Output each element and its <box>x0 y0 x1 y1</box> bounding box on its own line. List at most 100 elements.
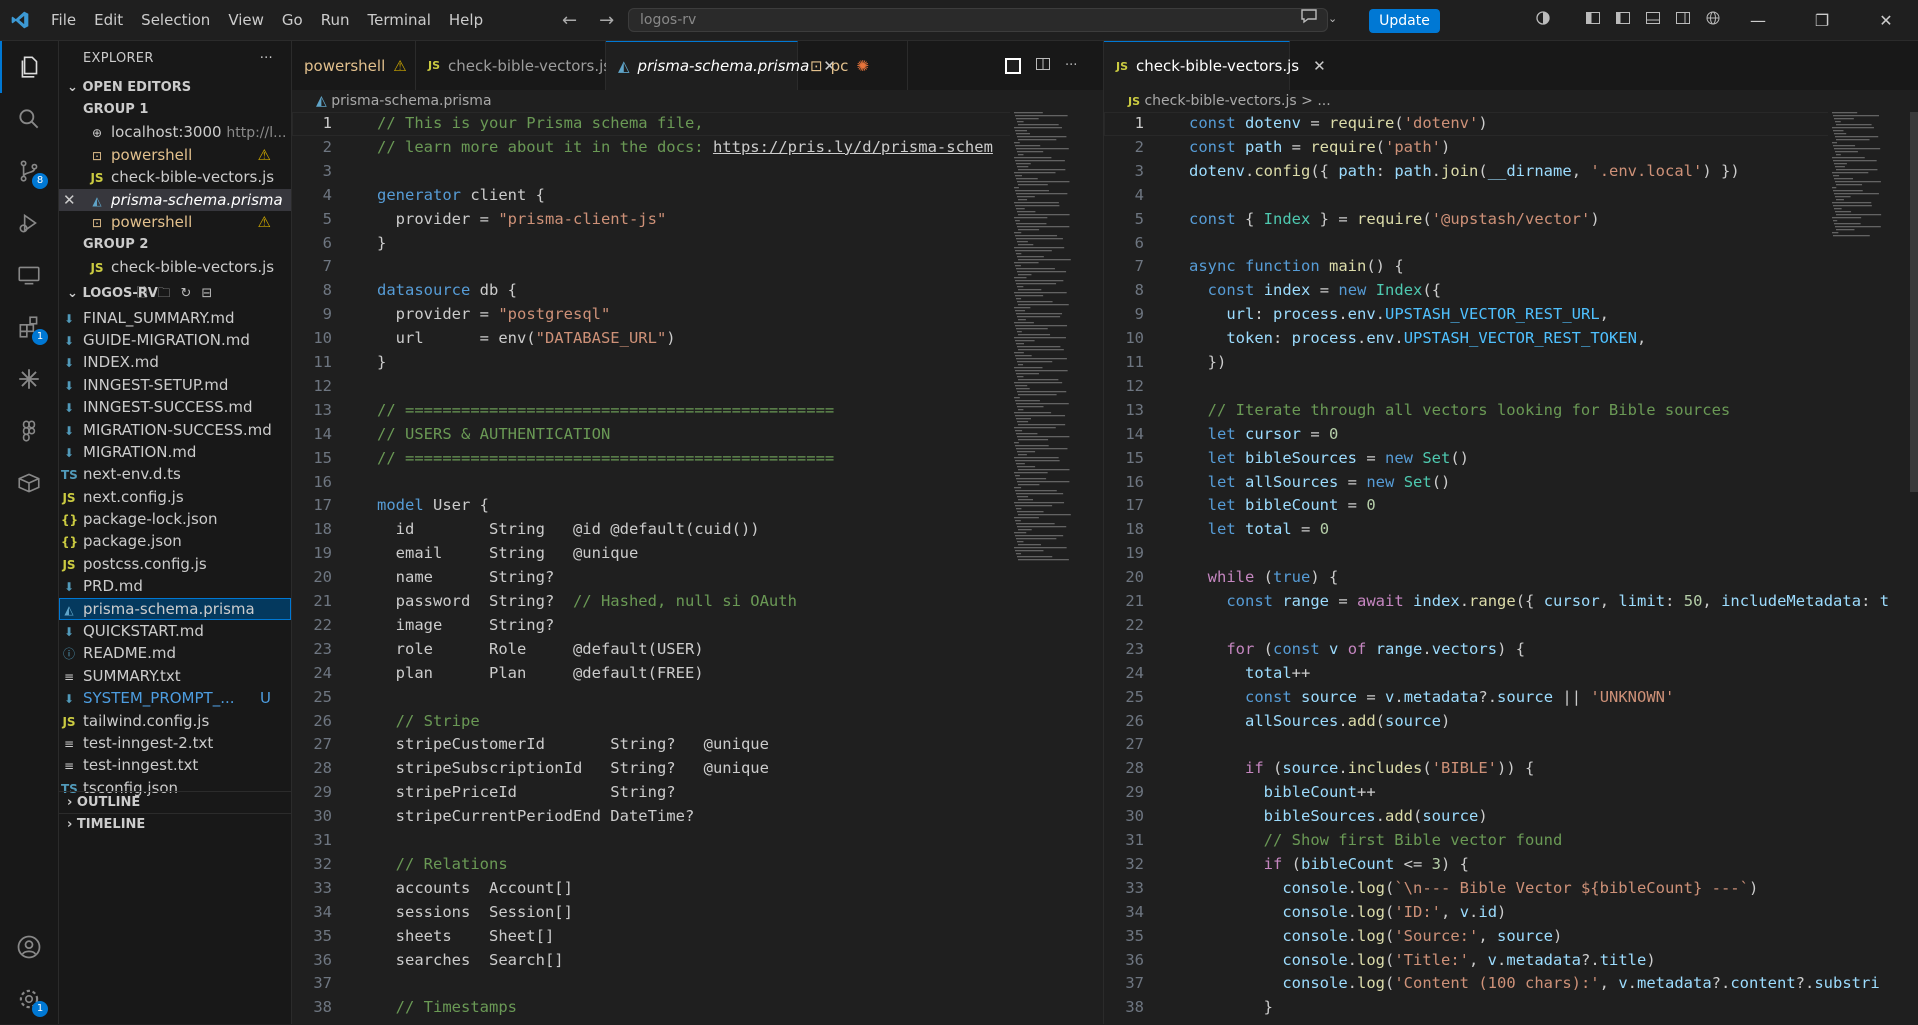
editor-tab[interactable]: JS check-bible-vectors.js ✕ <box>1104 41 1326 90</box>
outline-section[interactable]: › OUTLINE <box>59 791 291 813</box>
toggle-secondary-sidebar-icon[interactable] <box>1675 10 1691 30</box>
restore-icon[interactable]: ❐ <box>1790 0 1854 40</box>
file-item[interactable]: ⬇ INDEX.md <box>59 351 291 373</box>
file-item[interactable]: ⬇ MIGRATION.md <box>59 441 291 463</box>
update-button[interactable]: Update <box>1369 9 1440 33</box>
file-item[interactable]: ◭ prisma-schema.prisma <box>59 597 291 621</box>
file-item[interactable]: JS check-bible-vectors.js <box>59 256 291 279</box>
file-item[interactable]: ≡ SUMMARY.txt <box>59 665 291 687</box>
close-icon[interactable]: ✕ <box>1313 57 1326 75</box>
left-minimap[interactable] <box>1010 112 1103 572</box>
file-item[interactable]: ⊡ powershell ⚠ <box>59 144 291 167</box>
file-item[interactable]: ⬇ QUICKSTART.md <box>59 620 291 642</box>
command-center-search[interactable]: logos-rv <box>628 8 1328 32</box>
file-item[interactable]: ⬇ MIGRATION-SUCCESS.md <box>59 419 291 441</box>
line-number: 2 <box>322 137 332 156</box>
copilot-chat-icon[interactable] <box>1300 8 1318 28</box>
file-item[interactable]: ⬇ FINAL_SUMMARY.md <box>59 307 291 329</box>
remote-explorer-icon[interactable] <box>0 249 58 301</box>
file-item[interactable]: ⓘ README.md <box>59 642 291 664</box>
file-item[interactable]: ⬇ INNGEST-SUCCESS.md <box>59 396 291 418</box>
editor-tab[interactable]: ◭ prisma-schema.prisma ✕ <box>606 41 836 90</box>
prisma-file-icon: ◭ <box>618 57 630 75</box>
file-item[interactable]: ⬇ GUIDE-MIGRATION.md <box>59 329 291 351</box>
extensions-icon[interactable]: 1 <box>0 301 58 353</box>
minimize-icon[interactable]: — <box>1726 0 1790 40</box>
account-icon[interactable] <box>0 921 58 973</box>
timeline-section[interactable]: › TIMELINE <box>59 813 291 835</box>
collapse-all-icon[interactable]: ⊟ <box>201 281 212 307</box>
line-number: 28 <box>1125 759 1144 778</box>
minimap-line <box>1018 529 1032 531</box>
right-breadcrumb[interactable]: JS check-bible-vectors.js > ... <box>1104 90 1918 112</box>
file-item[interactable]: JS next.config.js <box>59 486 291 508</box>
containers-icon[interactable] <box>0 457 58 509</box>
close-icon[interactable]: ✕ <box>63 189 76 212</box>
source-control-icon[interactable]: 8 <box>0 145 58 197</box>
file-item[interactable]: {} package-lock.json <box>59 508 291 530</box>
right-code-editor[interactable]: 1 const dotenv = require('dotenv') 2 const … <box>1104 112 1918 1024</box>
editor-tab[interactable]: JS check-bible-vectors.js <box>416 41 611 90</box>
left-breadcrumb-label: prisma-schema.prisma <box>331 93 492 109</box>
menu-item-file[interactable]: File <box>42 0 85 40</box>
editor-tab[interactable]: ⊡ pc ✺ <box>798 41 908 90</box>
account-halfcircle-icon[interactable] <box>1535 10 1551 30</box>
toggle-primary-sidebar-icon[interactable] <box>1615 10 1631 30</box>
minimap-line <box>1016 238 1063 240</box>
menu-item-view[interactable]: View <box>219 0 273 40</box>
search-icon[interactable] <box>0 93 58 145</box>
timeline-label: TIMELINE <box>76 817 146 832</box>
minimap-line <box>1018 499 1034 501</box>
forward-arrow-icon[interactable]: → <box>599 10 614 31</box>
menu-item-terminal[interactable]: Terminal <box>359 0 440 40</box>
project-section[interactable]: ⌄ LOGOS-RV 🗋 🗀 ↻ ⊟ <box>59 281 291 307</box>
editor-tab[interactable]: powershell ⚠ <box>292 41 416 90</box>
globe-icon[interactable] <box>1705 10 1721 30</box>
code-line: 30 stripeCurrentPeriodEnd DateTime? <box>292 805 1103 829</box>
new-file-icon[interactable]: 🗋 <box>137 281 147 307</box>
open-editors-section[interactable]: ⌄ OPEN EDITORS <box>59 77 291 99</box>
refresh-icon[interactable]: ↻ <box>180 281 191 307</box>
more-actions-icon[interactable]: ··· <box>260 41 273 77</box>
menu-item-run[interactable]: Run <box>312 0 359 40</box>
file-item[interactable]: {} package.json <box>59 530 291 552</box>
menu-item-selection[interactable]: Selection <box>132 0 219 40</box>
left-code-editor[interactable]: 1 // This is your Prisma schema file, 2 // … <box>292 112 1103 1024</box>
minimap-line <box>1017 526 1067 528</box>
file-item[interactable]: TS next-env.d.ts <box>59 463 291 485</box>
explorer-icon[interactable] <box>0 41 58 93</box>
file-item[interactable]: JS check-bible-vectors.js <box>59 166 291 189</box>
new-folder-icon[interactable]: 🗀 <box>157 281 170 307</box>
file-item[interactable]: ⊡ powershell ⚠ <box>59 211 291 234</box>
back-arrow-icon[interactable]: ← <box>562 10 577 31</box>
chevron-down-icon[interactable]: ⌄ <box>1328 12 1337 25</box>
more-actions-icon[interactable]: ··· <box>1065 58 1077 73</box>
line-number: 11 <box>1125 353 1144 371</box>
code-text: const path = require('path') <box>1189 137 1451 156</box>
menu-item-help[interactable]: Help <box>440 0 492 40</box>
close-icon[interactable]: ✕ <box>1854 0 1918 40</box>
file-item[interactable]: ⊕ localhost:3000 http://l... <box>59 121 291 144</box>
left-breadcrumb[interactable]: ◭ prisma-schema.prisma <box>292 90 1103 112</box>
file-item[interactable]: ⬇ INNGEST-SETUP.md <box>59 374 291 396</box>
right-scrollbar[interactable] <box>1910 112 1918 492</box>
file-item[interactable]: ≡ test-inngest-2.txt <box>59 732 291 754</box>
file-item[interactable]: ≡ test-inngest.txt <box>59 754 291 776</box>
menu-item-go[interactable]: Go <box>273 0 312 40</box>
customize-layout-icon[interactable] <box>1585 10 1601 30</box>
menu-item-edit[interactable]: Edit <box>85 0 132 40</box>
run-debug-icon[interactable] <box>0 197 58 249</box>
line-number: 6 <box>1134 233 1144 252</box>
file-item[interactable]: ✕ ◭ prisma-schema.prisma <box>59 188 291 212</box>
file-item[interactable]: ⬇ SYSTEM_PROMPT_... U <box>59 687 291 709</box>
maximize-terminal-icon[interactable] <box>1005 57 1021 74</box>
right-minimap[interactable] <box>1828 112 1910 242</box>
split-editor-icon[interactable] <box>1035 56 1051 76</box>
file-item[interactable]: ⬇ PRD.md <box>59 575 291 597</box>
spark-extension-icon[interactable] <box>0 353 58 405</box>
file-item[interactable]: JS postcss.config.js <box>59 553 291 575</box>
file-item[interactable]: JS tailwind.config.js <box>59 710 291 732</box>
figma-icon[interactable] <box>0 405 58 457</box>
settings-gear-icon[interactable]: 1 <box>0 973 58 1025</box>
toggle-panel-icon[interactable] <box>1645 10 1661 30</box>
